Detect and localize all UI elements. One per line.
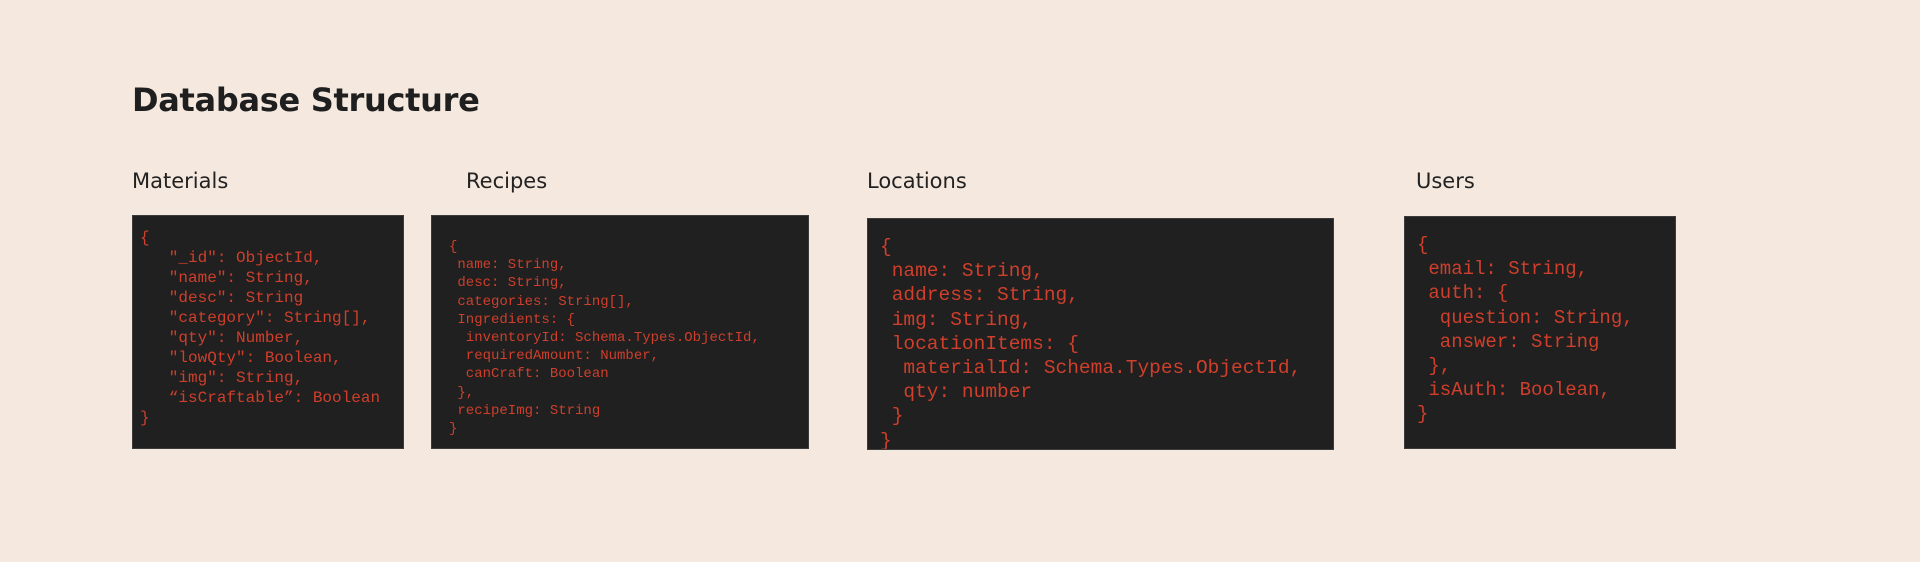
users-schema-code-block: { email: String, auth: { question: Strin…: [1404, 216, 1676, 449]
locations-schema-code: { name: String, address: String, img: St…: [880, 236, 1302, 450]
materials-label: Materials: [132, 169, 229, 193]
page-title: Database Structure: [132, 81, 480, 119]
locations-schema-code-block: { name: String, address: String, img: St…: [867, 218, 1334, 450]
users-label: Users: [1416, 169, 1475, 193]
locations-label: Locations: [867, 169, 967, 193]
recipes-schema-code-block: { name: String, desc: String, categories…: [431, 215, 809, 449]
materials-schema-code: { "_id": ObjectId, "name": String, "desc…: [140, 229, 381, 427]
recipes-label: Recipes: [466, 169, 548, 193]
materials-schema-code-block: { "_id": ObjectId, "name": String, "desc…: [132, 215, 404, 449]
recipes-schema-code: { name: String, desc: String, categories…: [449, 239, 760, 438]
users-schema-code: { email: String, auth: { question: Strin…: [1417, 234, 1634, 426]
